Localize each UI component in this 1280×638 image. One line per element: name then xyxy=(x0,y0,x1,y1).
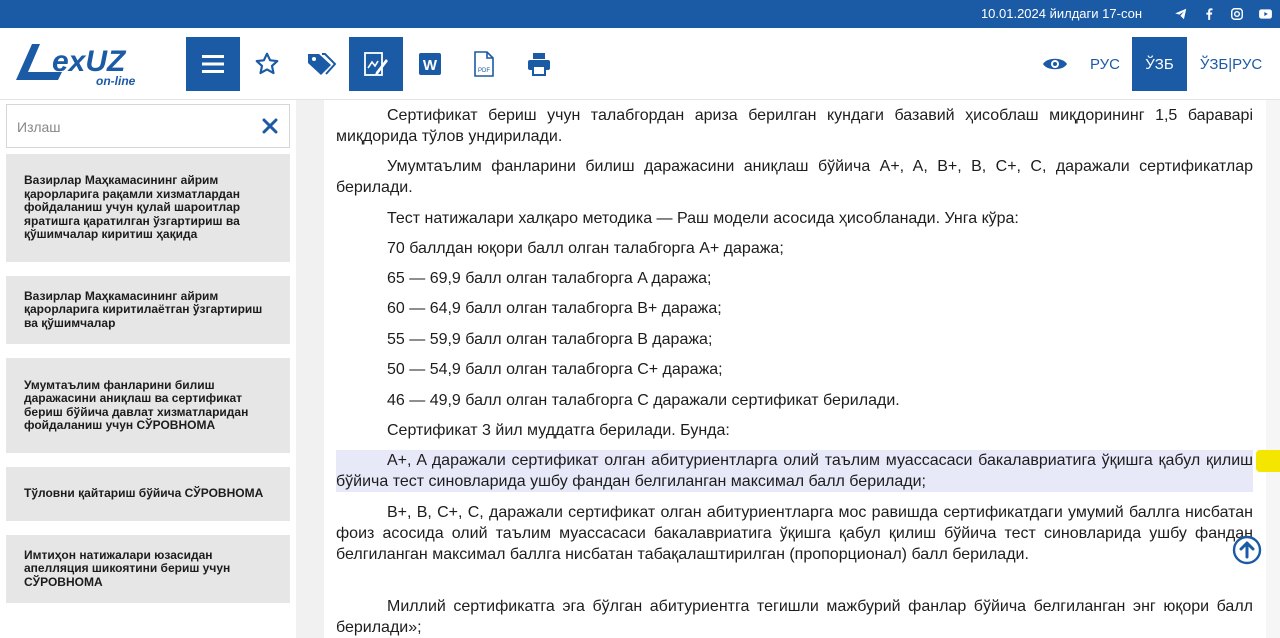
sidebar-item[interactable]: Вазирлар Маҳкамасининг айрим қарорларига… xyxy=(6,276,290,344)
print-button[interactable] xyxy=(512,37,566,91)
doc-paragraph: Миллий сертификатга эга бўлган абитуриен… xyxy=(336,598,1253,636)
main-header: exUZ on-line W PDF РУС ЎЗБ ЎЗБ|РУС xyxy=(0,28,1280,100)
svg-text:W: W xyxy=(423,57,438,74)
doc-paragraph: 60 — 64,9 балл олган талабгорга B+ дараж… xyxy=(387,300,722,317)
sidebar-item[interactable]: Вазирлар Маҳкамасининг айрим қарорларига… xyxy=(6,154,290,262)
menu-icon xyxy=(202,55,224,73)
edit-document-button[interactable] xyxy=(349,37,403,91)
close-icon[interactable] xyxy=(261,117,279,135)
content-gutter xyxy=(296,100,324,638)
sidebar-item[interactable]: Тўловни қайтариш бўйича СЎРОВНОМА xyxy=(6,467,290,521)
doc-paragraph: 55 — 59,9 балл олган талабгорга B даража… xyxy=(387,331,713,348)
star-icon xyxy=(255,52,279,75)
search-box xyxy=(6,104,290,148)
sidebar: Вазирлар Маҳкамасининг айрим қарорларига… xyxy=(0,100,296,638)
highlighted-paragraph: A+, A даражали сертификат олган абитурие… xyxy=(336,450,1253,492)
favorite-button[interactable] xyxy=(240,37,294,91)
doc-paragraph: 65 — 69,9 балл олган талабгорга A даража… xyxy=(387,270,712,287)
sidebar-item[interactable]: Имтиҳон натижалари юзасидан апелляция ши… xyxy=(6,535,290,603)
word-icon: W xyxy=(419,53,441,75)
tags-button[interactable] xyxy=(294,37,348,91)
doc-paragraph: Сертификат 3 йил муддатга берилади. Бунд… xyxy=(387,422,730,439)
logo-tagline: on-line xyxy=(96,74,136,88)
doc-paragraph: 70 баллдан юқори балл олган талабгорга A… xyxy=(387,240,784,257)
svg-text:PDF: PDF xyxy=(478,68,490,74)
menu-button[interactable] xyxy=(186,37,240,91)
top-bar: 10.01.2024 йилдаги 17-сон xyxy=(0,0,1280,28)
scroll-to-top-icon[interactable] xyxy=(1232,535,1262,565)
edition-date: 10.01.2024 йилдаги 17-сон xyxy=(980,6,1142,21)
youtube-icon[interactable] xyxy=(1256,5,1274,23)
lang-uz-ru[interactable]: ЎЗБ|РУС xyxy=(1192,37,1270,91)
doc-paragraph: 46 — 49,9 балл олган талабгорга C даража… xyxy=(387,392,900,409)
sidebar-item[interactable]: Умумтаълим фанларини билиш даражасини ан… xyxy=(6,358,290,453)
lang-uz[interactable]: ЎЗБ xyxy=(1132,37,1187,91)
doc-paragraph: B+, B, C+, C, даражали сертификат олган … xyxy=(336,504,1253,563)
lexuz-logo[interactable]: exUZ on-line xyxy=(10,40,166,90)
tags-icon xyxy=(308,53,336,75)
instagram-icon[interactable] xyxy=(1228,5,1246,23)
eye-icon xyxy=(1043,58,1067,70)
download-word-button[interactable]: W xyxy=(403,37,457,91)
telegram-icon[interactable] xyxy=(1172,5,1190,23)
comment-marker[interactable] xyxy=(1256,450,1280,472)
document-body: Сертификат бериш учун талабгордан ариза … xyxy=(327,100,1266,638)
right-gutter xyxy=(1266,100,1280,638)
download-pdf-button[interactable]: PDF xyxy=(457,37,511,91)
lang-ru[interactable]: РУС xyxy=(1082,37,1128,91)
pdf-icon: PDF xyxy=(474,51,494,77)
print-icon xyxy=(528,53,550,76)
search-input[interactable] xyxy=(17,115,257,139)
facebook-icon[interactable] xyxy=(1200,5,1218,23)
doc-paragraph: Сертификат бериш учун талабгордан ариза … xyxy=(336,107,1253,145)
doc-paragraph: Тест натижалари халқаро методика — Раш м… xyxy=(387,210,1019,227)
visually-impaired-button[interactable] xyxy=(1028,37,1082,91)
doc-paragraph: 50 — 54,9 балл олган талабгорга C+ дараж… xyxy=(387,361,723,378)
edit-document-icon xyxy=(364,52,388,76)
doc-paragraph: Умумтаълим фанларини билиш даражасини ан… xyxy=(336,158,1253,196)
